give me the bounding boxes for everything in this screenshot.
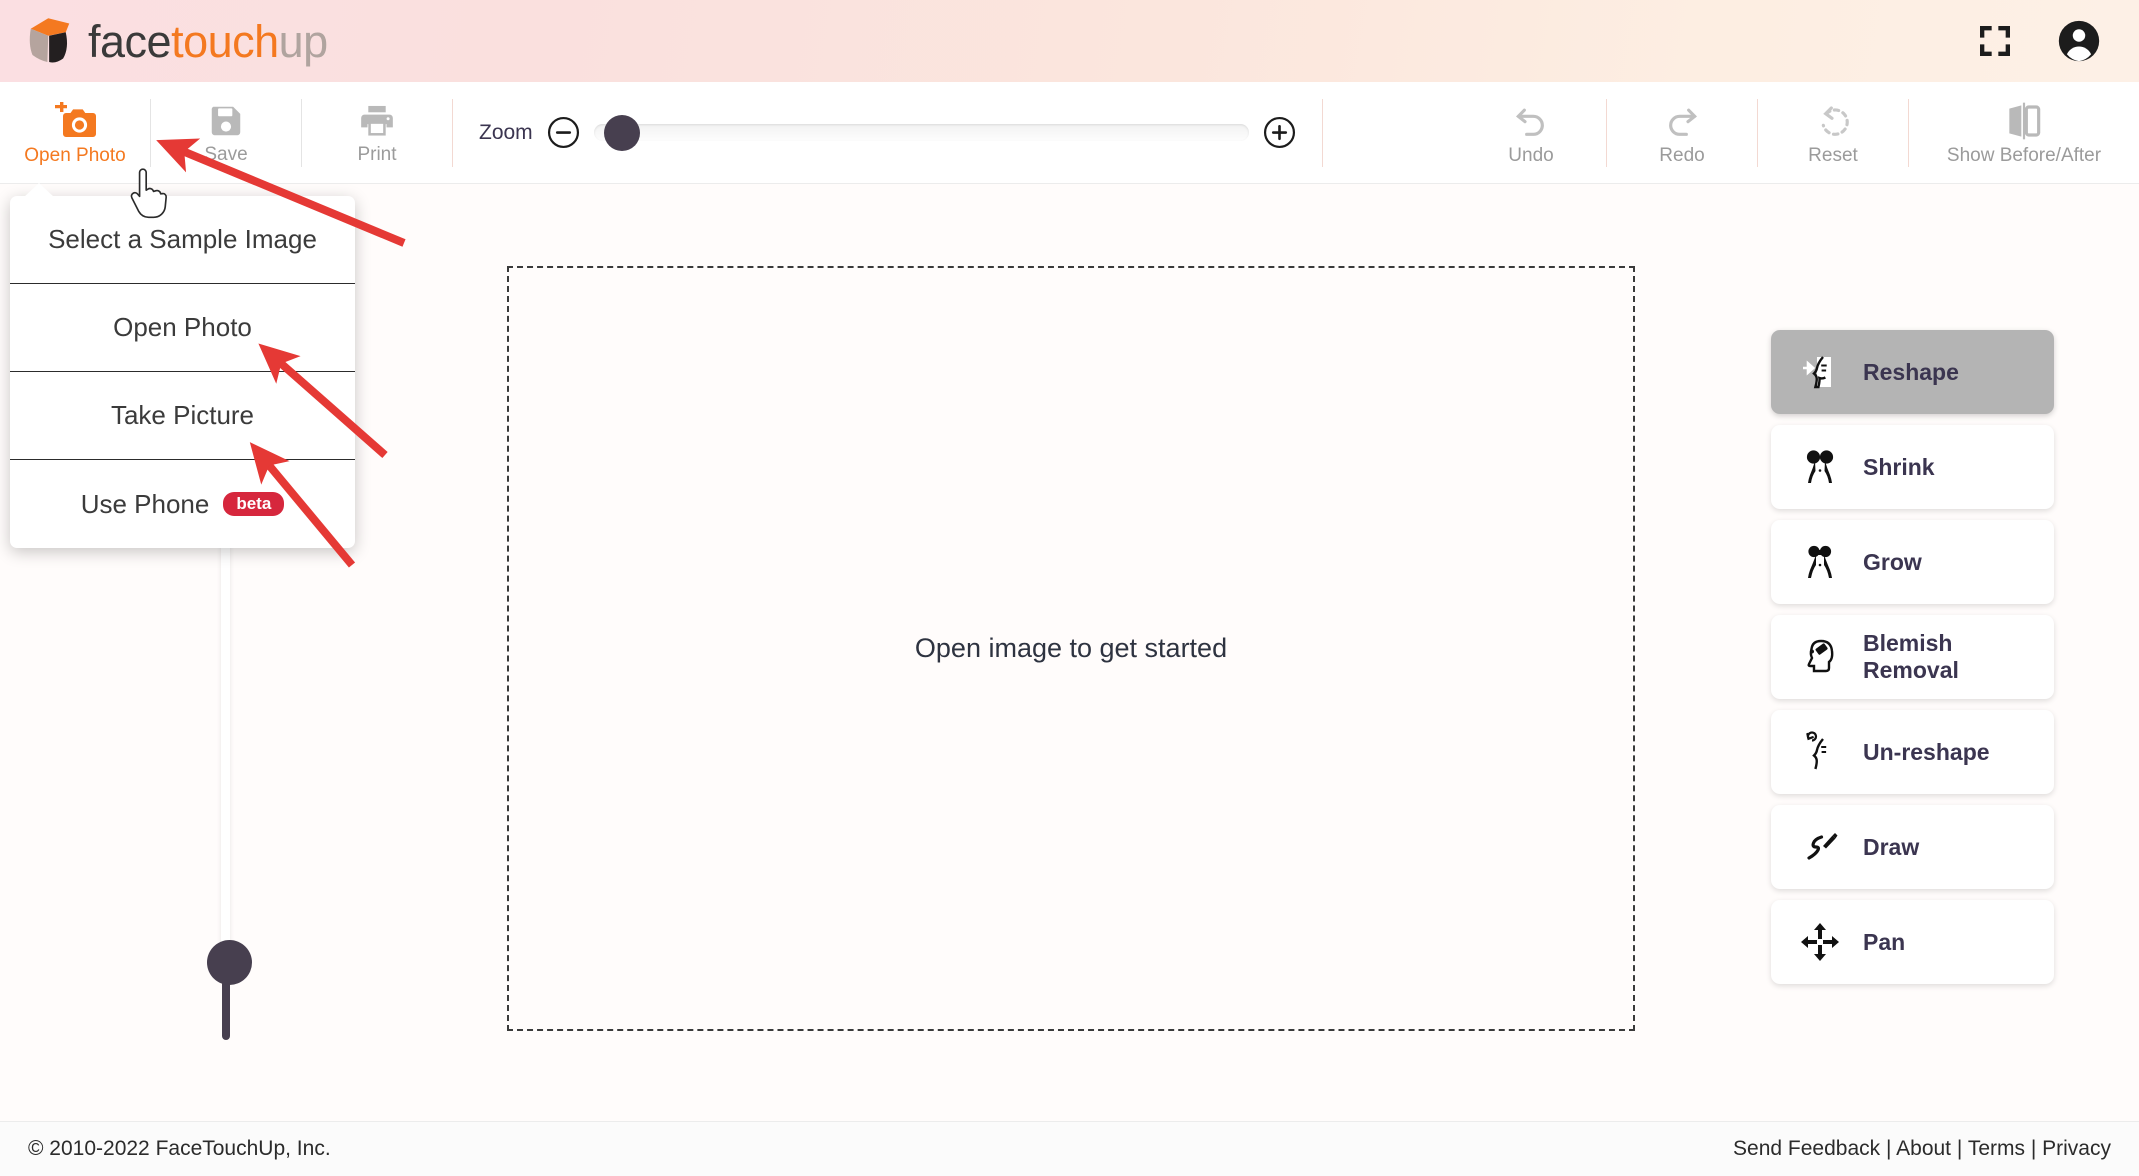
tool-draw[interactable]: Draw <box>1771 805 2054 889</box>
dropdown-item-use-phone[interactable]: Use Phone beta <box>10 460 355 548</box>
redo-arrow-icon <box>1669 108 1698 136</box>
dropdown-item-label: Take Picture <box>110 400 255 430</box>
tool-grow[interactable]: Grow <box>1771 520 2054 604</box>
toolbar-reset[interactable]: Reset <box>1758 82 1908 184</box>
brand-logo[interactable]: face touch up <box>22 13 328 69</box>
toolbar-redo-label: Redo <box>1659 144 1705 166</box>
app-header: face touch up <box>0 0 2139 82</box>
footer-link-privacy[interactable]: Privacy <box>2042 1137 2111 1160</box>
printer-icon <box>361 105 393 136</box>
footer-separator: | <box>2030 1137 2037 1160</box>
tool-draw-label: Draw <box>1863 833 1920 860</box>
dropdown-item-label: Use Phone <box>80 488 210 519</box>
toolbar-undo-label: Undo <box>1508 144 1554 166</box>
head-eraser-icon <box>1799 636 1841 678</box>
tool-grow-label: Grow <box>1863 548 1922 575</box>
open-photo-dropdown: Select a Sample Image Open Photo Take Pi… <box>10 183 355 548</box>
tool-un-reshape[interactable]: Un-reshape <box>1771 710 2054 794</box>
main-toolbar: Open Photo Save Print Zoom Undo Redo Res… <box>0 82 2139 184</box>
minus-circle-icon[interactable] <box>547 116 580 149</box>
fullscreen-icon[interactable] <box>1975 21 2015 61</box>
torso-shrink-icon <box>1799 446 1841 488</box>
zoom-slider-thumb[interactable] <box>603 115 640 151</box>
footer-separator: | <box>1956 1137 1963 1160</box>
beta-badge: beta <box>223 492 285 516</box>
zoom-control: Zoom <box>453 115 1322 151</box>
toolbar-divider <box>1321 98 1323 167</box>
tool-pan-label: Pan <box>1863 928 1906 955</box>
footer-link-terms[interactable]: Terms <box>1968 1137 2025 1160</box>
four-arrows-move-icon <box>1799 921 1841 963</box>
camera-plus-icon <box>55 101 96 137</box>
toolbar-save-label: Save <box>204 143 248 165</box>
header-icon-group <box>1975 19 2101 63</box>
brand-part-face: face <box>88 15 172 67</box>
zoom-label: Zoom <box>479 120 533 144</box>
tool-pan[interactable]: Pan <box>1771 900 2054 984</box>
toolbar-save[interactable]: Save <box>151 82 301 184</box>
toolbar-print-label: Print <box>357 143 397 165</box>
floppy-disk-icon <box>211 106 241 135</box>
pencil-icon <box>1799 826 1841 868</box>
tool-reshape-label: Reshape <box>1863 358 1959 385</box>
copyright-text: © 2010-2022 FaceTouchUp, Inc. <box>28 1137 331 1160</box>
toolbar-right-group: Undo Redo Reset Show Before/After <box>1456 82 2139 184</box>
toolbar-show-before-after-label: Show Before/After <box>1946 144 2102 166</box>
dropdown-item-label: Open Photo <box>113 312 252 342</box>
tool-un-reshape-label: Un-reshape <box>1863 738 1990 765</box>
tool-reshape[interactable]: Reshape <box>1771 330 2054 414</box>
canvas-empty-hint: Open image to get started <box>914 633 1228 663</box>
tool-panel: Reshape Shrink Grow Blemish Removal Un-r… <box>1771 330 2054 995</box>
tool-blemish-removal[interactable]: Blemish Removal <box>1771 615 2054 699</box>
toolbar-show-before-after[interactable]: Show Before/After <box>1909 82 2139 184</box>
image-canvas[interactable]: Open image to get started <box>507 266 1635 1031</box>
face-profile-undo-icon <box>1799 731 1841 773</box>
toolbar-redo[interactable]: Redo <box>1607 82 1757 184</box>
toolbar-print[interactable]: Print <box>302 82 452 184</box>
footer-link-about[interactable]: About <box>1896 1137 1951 1160</box>
zoom-slider-track[interactable] <box>593 115 1249 151</box>
dropdown-item-select-sample-image[interactable]: Select a Sample Image <box>10 196 355 284</box>
before-after-split-icon <box>2009 102 2041 139</box>
plus-circle-icon[interactable] <box>1263 116 1296 149</box>
tool-blemish-removal-label: Blemish Removal <box>1863 630 1959 683</box>
tool-shrink-label: Shrink <box>1863 453 1935 480</box>
toolbar-undo[interactable]: Undo <box>1456 82 1606 184</box>
reset-dashed-circle-icon <box>1821 105 1849 136</box>
footer-link-send-feedback[interactable]: Send Feedback <box>1733 1137 1880 1160</box>
undo-arrow-icon <box>1515 108 1544 136</box>
dropdown-item-label: Select a Sample Image <box>48 224 317 254</box>
dropdown-item-open-photo[interactable]: Open Photo <box>10 284 355 372</box>
face-profile-arrow-icon <box>1799 351 1841 393</box>
toolbar-open-photo-label: Open Photo <box>24 144 126 166</box>
facetouchup-app: face touch up Open Photo Save Print Zoom… <box>0 0 2139 1176</box>
toolbar-reset-label: Reset <box>1808 144 1858 166</box>
toolbar-open-photo[interactable]: Open Photo <box>0 82 150 184</box>
brand-part-touch: touch <box>171 15 279 67</box>
account-circle-icon[interactable] <box>2057 19 2101 63</box>
brand-wordmark: face touch up <box>88 19 328 64</box>
footer-separator: | <box>1885 1137 1892 1160</box>
app-footer: © 2010-2022 FaceTouchUp, Inc. Send Feedb… <box>0 1121 2139 1176</box>
tool-shrink[interactable]: Shrink <box>1771 425 2054 509</box>
torso-grow-icon <box>1799 541 1841 583</box>
facetouchup-cube-icon <box>29 18 70 63</box>
brush-size-slider-thumb[interactable] <box>207 940 252 985</box>
footer-links: Send Feedback | About | Terms | Privacy <box>1733 1137 2111 1161</box>
dropdown-item-take-picture[interactable]: Take Picture <box>10 372 355 460</box>
brand-part-up: up <box>278 15 329 67</box>
